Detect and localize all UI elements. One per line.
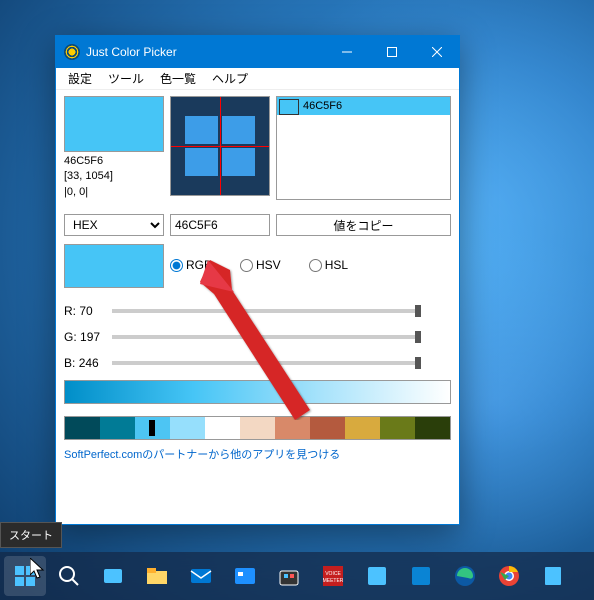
radio-hsv[interactable]: HSV — [240, 258, 281, 272]
hex-label: 46C5F6 — [64, 154, 164, 169]
crosshair-v — [220, 97, 221, 195]
color-history-list[interactable]: 46C5F6 — [276, 96, 451, 200]
store-icon[interactable] — [268, 556, 310, 596]
close-button[interactable] — [414, 36, 459, 68]
palette-row — [64, 416, 451, 440]
search-button[interactable] — [48, 556, 90, 596]
coords-label: [33, 1054] — [64, 169, 164, 184]
radio-hsl[interactable]: HSL — [309, 258, 348, 272]
task-view-button[interactable] — [92, 556, 134, 596]
slider-b[interactable] — [112, 361, 421, 365]
palette-swatch[interactable] — [310, 417, 345, 439]
window-title: Just Color Picker — [86, 45, 324, 59]
offset-label: |0, 0| — [64, 185, 164, 200]
app-window: Just Color Picker 設定 ツール 色一覧 ヘルプ 46C5F6 … — [55, 35, 460, 525]
palette-swatch-selected[interactable] — [135, 417, 170, 439]
svg-text:VOICE: VOICE — [325, 571, 341, 577]
magnifier-preview — [170, 96, 270, 196]
explorer-icon[interactable] — [136, 556, 178, 596]
app-icon-2[interactable] — [356, 556, 398, 596]
channel-row-g: G: 197 — [64, 324, 451, 350]
gradient-bar[interactable] — [64, 380, 451, 404]
format-select[interactable]: HEX — [64, 214, 164, 236]
app-icon — [64, 44, 80, 60]
channel-row-b: B: 246 — [64, 350, 451, 376]
mail-icon[interactable] — [180, 556, 222, 596]
taskbar: VOICEMEETER — [0, 552, 594, 600]
edge-icon[interactable] — [444, 556, 486, 596]
color-model-group: RGB HSV HSL — [170, 244, 348, 272]
palette-swatch[interactable] — [275, 417, 310, 439]
channel-row-r: R: 70 — [64, 298, 451, 324]
palette-swatch[interactable] — [345, 417, 380, 439]
maximize-button[interactable] — [369, 36, 414, 68]
menu-settings[interactable]: 設定 — [60, 68, 100, 89]
footer-link[interactable]: SoftPerfect.comのパートナーから他のアプリを見つける — [64, 446, 451, 462]
voicemeeter-icon[interactable]: VOICEMEETER — [312, 556, 354, 596]
palette-swatch[interactable] — [380, 417, 415, 439]
svg-text:MEETER: MEETER — [323, 578, 344, 584]
palette-swatch[interactable] — [65, 417, 100, 439]
app-icon-4[interactable] — [532, 556, 574, 596]
current-color-swatch — [64, 96, 164, 152]
app-icon-3[interactable] — [400, 556, 442, 596]
color-code-input[interactable] — [170, 214, 270, 236]
menu-tools[interactable]: ツール — [100, 68, 152, 89]
adjusted-color-swatch — [64, 244, 164, 288]
cursor-icon — [30, 558, 48, 582]
palette-swatch[interactable] — [170, 417, 205, 439]
chrome-icon[interactable] — [488, 556, 530, 596]
channel-sliders: R: 70 G: 197 B: 246 — [64, 298, 451, 376]
slider-g[interactable] — [112, 335, 421, 339]
palette-swatch[interactable] — [100, 417, 135, 439]
start-tooltip: スタート — [0, 522, 62, 548]
palette-swatch[interactable] — [205, 417, 240, 439]
palette-swatch[interactable] — [415, 417, 450, 439]
copy-button[interactable]: 値をコピー — [276, 214, 451, 236]
minimize-button[interactable] — [324, 36, 369, 68]
menubar: 設定 ツール 色一覧 ヘルプ — [56, 68, 459, 90]
palette-swatch[interactable] — [240, 417, 275, 439]
radio-rgb[interactable]: RGB — [170, 258, 212, 272]
swatch-info: 46C5F6 [33, 1054] |0, 0| — [64, 154, 164, 200]
app-icon-1[interactable] — [224, 556, 266, 596]
slider-r[interactable] — [112, 309, 421, 313]
titlebar[interactable]: Just Color Picker — [56, 36, 459, 68]
menu-help[interactable]: ヘルプ — [204, 68, 256, 89]
menu-colors[interactable]: 色一覧 — [152, 68, 204, 89]
history-item[interactable]: 46C5F6 — [277, 97, 450, 115]
